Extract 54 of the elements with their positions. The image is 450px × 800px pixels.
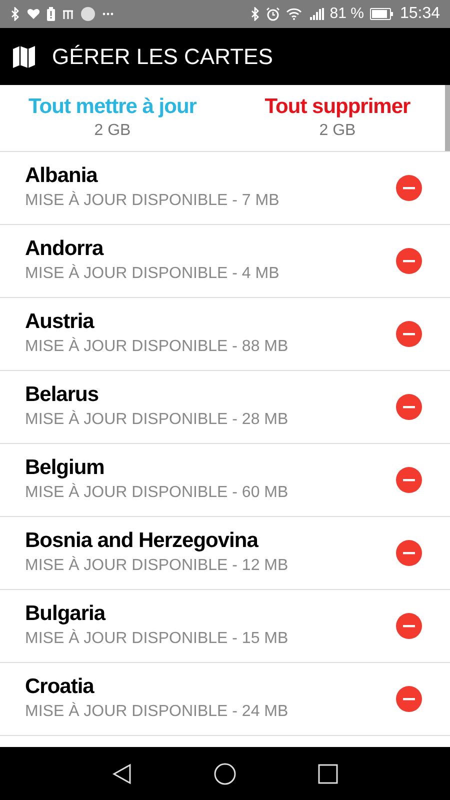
battery-percentage: 81 % xyxy=(330,4,364,24)
recents-icon[interactable] xyxy=(318,764,338,784)
map-row[interactable]: Andorra MISE À JOUR DISPONIBLE - 4 MB xyxy=(0,225,450,298)
update-status: MISE À JOUR DISPONIBLE - 7 MB xyxy=(25,190,280,211)
clock: 15:34 xyxy=(400,4,440,24)
battery-icon xyxy=(370,8,394,20)
scrollbar xyxy=(445,85,450,151)
country-name: Croatia xyxy=(25,674,96,700)
country-name: Belgium xyxy=(25,455,106,481)
remove-icon[interactable] xyxy=(396,613,422,639)
map-row[interactable]: Bosnia and Herzegovina MISE À JOUR DISPONIBLE - 12 MB xyxy=(0,517,450,590)
map-row[interactable]: Bulgaria MISE À JOUR DISPONIBLE - 15 MB xyxy=(0,590,450,663)
country-name: Albania xyxy=(25,163,99,189)
heart-icon xyxy=(27,8,40,20)
alarm-icon xyxy=(266,7,280,21)
delete-all-button[interactable]: Tout supprimer xyxy=(264,94,410,120)
notification-icon xyxy=(62,9,74,19)
map-row[interactable]: Croatia MISE À JOUR DISPONIBLE - 24 MB xyxy=(0,663,450,736)
country-name: Andorra xyxy=(25,236,105,262)
map-row[interactable]: Austria MISE À JOUR DISPONIBLE - 88 MB xyxy=(0,298,450,371)
country-name: Bosnia and Herzegovina xyxy=(25,528,260,554)
map-icon xyxy=(12,44,36,68)
remove-icon[interactable] xyxy=(396,686,422,712)
remove-icon[interactable] xyxy=(396,394,422,420)
wifi-icon xyxy=(286,8,302,20)
country-name: Bulgaria xyxy=(25,601,107,627)
signal-icon xyxy=(308,8,324,20)
more-icon xyxy=(102,12,114,16)
screen-title: GÉRER LES CARTES xyxy=(52,43,273,71)
size-label: 2 GB xyxy=(94,121,131,141)
back-icon[interactable] xyxy=(112,762,132,784)
remove-icon[interactable] xyxy=(396,321,422,347)
bluetooth-icon xyxy=(10,7,20,21)
map-row[interactable]: Belgium MISE À JOUR DISPONIBLE - 60 MB xyxy=(0,444,450,517)
remove-icon[interactable] xyxy=(396,248,422,274)
update-status: MISE À JOUR DISPONIBLE - 88 MB xyxy=(25,336,290,357)
map-row[interactable]: Albania MISE À JOUR DISPONIBLE - 7 MB xyxy=(0,152,450,225)
battery-alert-icon xyxy=(47,7,55,21)
update-status: MISE À JOUR DISPONIBLE - 15 MB xyxy=(25,628,290,649)
update-status: MISE À JOUR DISPONIBLE - 24 MB xyxy=(25,701,290,722)
update-status: MISE À JOUR DISPONIBLE - 28 MB xyxy=(25,409,290,430)
app-icon xyxy=(81,7,95,21)
bluetooth-icon xyxy=(250,7,260,21)
remove-icon[interactable] xyxy=(396,175,422,201)
update-status: MISE À JOUR DISPONIBLE - 60 MB xyxy=(25,482,290,503)
size-label: 2 GB xyxy=(319,121,356,141)
country-name: Belarus xyxy=(25,382,100,408)
country-name: Austria xyxy=(25,309,96,335)
map-row[interactable]: Belarus MISE À JOUR DISPONIBLE - 28 MB xyxy=(0,371,450,444)
update-status: MISE À JOUR DISPONIBLE - 12 MB xyxy=(25,555,290,576)
remove-icon[interactable] xyxy=(396,540,422,566)
home-icon[interactable] xyxy=(214,762,236,784)
update-status: MISE À JOUR DISPONIBLE - 4 MB xyxy=(25,263,280,284)
remove-icon[interactable] xyxy=(396,467,422,493)
